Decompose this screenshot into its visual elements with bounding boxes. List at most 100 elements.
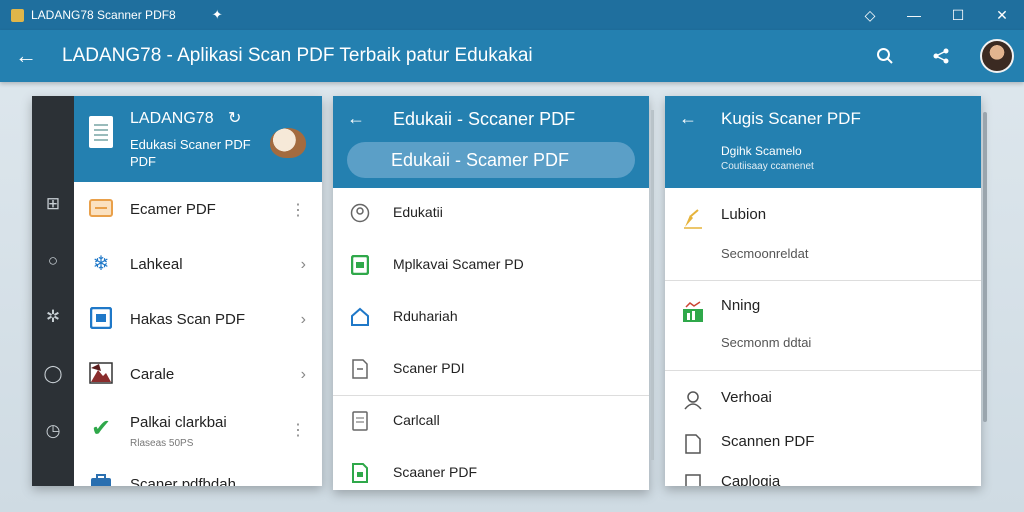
user-circle-icon: [349, 202, 371, 224]
briefcase-icon: [88, 471, 114, 486]
file-lines-icon: [349, 410, 371, 432]
chevron-right-icon: ›: [300, 255, 306, 273]
image-icon: [88, 361, 114, 385]
circle-icon[interactable]: ○: [32, 251, 74, 271]
pin-icon[interactable]: ✦: [212, 7, 223, 23]
settings-group-sublabel: Secmonm ddtai: [721, 335, 812, 350]
drawer-app-name: LADANG78: [130, 110, 214, 127]
maximize-button[interactable]: ☐: [936, 0, 980, 30]
drawer-subtitle: Edukasi Scaner PDF PDF: [130, 136, 270, 170]
list-item[interactable]: Scaaner PDF: [333, 448, 649, 490]
location-icon[interactable]: ◯: [32, 364, 74, 384]
check-icon: ✔: [90, 414, 112, 442]
nav-rail: ⊞ ○ ✲ ◯ ◷: [32, 96, 74, 486]
document-icon: [89, 116, 113, 148]
chart-icon: [681, 301, 705, 323]
search-panel-header: ← Edukaii - Sccaner PDF Edukaii - Scamer…: [333, 96, 649, 188]
file-icon: [349, 358, 371, 380]
list-item-sublabel: Rlaseas 50PS: [130, 438, 194, 449]
list-item-label: Carlcall: [393, 412, 440, 428]
list-item-label: Carale: [130, 366, 175, 383]
panel-divider: [651, 110, 654, 460]
list-item-label[interactable]: Caplogia: [721, 473, 780, 486]
list-item-label: Scaaner PDF: [393, 464, 478, 480]
list-item-label: Scaner pdfbdah: [130, 476, 236, 486]
gear-icon[interactable]: ✲: [32, 307, 74, 327]
details-panel-caption: Coutiisaay ccamenet: [721, 161, 814, 172]
more-icon[interactable]: ⋮: [290, 420, 306, 440]
settings-group[interactable]: Lubion Secmoonreldat: [665, 188, 981, 281]
close-button[interactable]: ✕: [980, 0, 1024, 30]
chevron-right-icon: ›: [300, 310, 306, 328]
tag-icon[interactable]: ◇: [848, 0, 892, 30]
app-bar-actions: [846, 30, 1014, 82]
share-icon[interactable]: [924, 39, 958, 73]
back-arrow-icon[interactable]: ←: [347, 108, 365, 129]
drawer-list: Ecamer PDF ⋮ ❄ Lahkeal › Hakas Scan PDF …: [74, 182, 322, 486]
search-input[interactable]: Edukaii - Scamer PDF: [347, 142, 635, 178]
list-item[interactable]: Edukatii: [333, 188, 649, 240]
list-item[interactable]: Scaner PDI: [333, 344, 649, 396]
list-item[interactable]: Carale ›: [74, 347, 322, 402]
list-item[interactable]: Ecamer PDF ⋮: [74, 182, 322, 237]
details-panel: ← Kugis Scaner PDF Dgihk Scamelo Coutiis…: [665, 96, 981, 486]
list-item-label: Mplkavai Scamer PD: [393, 256, 524, 272]
list-item[interactable]: Rduhariah: [333, 292, 649, 344]
settings-group-sublabel: Secmoonreldat: [721, 246, 809, 261]
grid-icon[interactable]: ⊞: [32, 194, 74, 214]
drawer-header: LADANG78 ↻ Edukasi Scaner PDF PDF: [74, 96, 322, 182]
refresh-icon[interactable]: ↻: [228, 108, 241, 128]
list-item-label: Lahkeal: [130, 256, 183, 273]
list-item-label: Ecamer PDF: [130, 201, 216, 218]
file-green-icon: [349, 254, 371, 276]
chevron-right-icon: ›: [300, 365, 306, 383]
mascot-icon: [270, 128, 306, 158]
search-panel-title: Edukaii - Sccaner PDF: [393, 109, 576, 129]
list-item[interactable]: Mplkavai Scamer PD: [333, 240, 649, 292]
settings-group[interactable]: Nning Secmonm ddtai: [665, 281, 981, 371]
list-item-label: Palkai clarkbai: [130, 414, 227, 431]
list-item-label: Hakas Scan PDF: [130, 311, 246, 328]
scrollbar[interactable]: [983, 112, 987, 422]
list-item-label[interactable]: Verhoai: [721, 389, 772, 406]
list-item[interactable]: ✔ Palkai clarkbai Rlaseas 50PS ⋮: [74, 402, 322, 457]
more-icon[interactable]: ⋮: [290, 200, 306, 220]
clock-icon[interactable]: ◷: [32, 421, 74, 441]
avatar[interactable]: [980, 39, 1014, 73]
person-icon: [681, 389, 705, 411]
file-green-icon: [349, 462, 371, 484]
app-logo-icon: [11, 8, 24, 22]
page-title: LADANG78 - Aplikasi Scan PDF Terbaik pat…: [62, 45, 533, 66]
settings-group-label: Lubion: [721, 206, 767, 223]
search-icon[interactable]: [868, 39, 902, 73]
minimize-button[interactable]: —: [892, 0, 936, 30]
search-panel: ← Edukaii - Sccaner PDF Edukaii - Scamer…: [333, 96, 649, 490]
app-bar: ← LADANG78 - Aplikasi Scan PDF Terbaik p…: [0, 30, 1024, 82]
drawer-subtitle-line1: Edukasi Scaner PDF: [130, 137, 251, 152]
settings-group-label: Nning: [721, 297, 761, 314]
list-item-label: Scaner PDI: [393, 360, 465, 376]
details-panel-subtitle: Dgihk Scamelo: [721, 144, 802, 158]
list-item-label: Edukatii: [393, 204, 443, 220]
list-item-label[interactable]: Scannen PDF: [721, 433, 814, 450]
details-panel-title: Kugis Scaner PDF: [721, 109, 861, 128]
list-item[interactable]: Hakas Scan PDF ›: [74, 292, 322, 347]
list-item[interactable]: Scaner pdfbdah: [74, 457, 322, 486]
snowflake-icon: ❄: [92, 252, 110, 275]
pen-icon: [681, 208, 705, 230]
window-titlebar: LADANG78 Scanner PDF8 ✦ ◇ — ☐ ✕: [0, 0, 1024, 30]
file-lines-icon: [681, 473, 705, 486]
list-item[interactable]: ❄ Lahkeal ›: [74, 237, 322, 292]
back-arrow-icon[interactable]: ←: [679, 108, 697, 129]
navigation-drawer-panel: ⊞ ○ ✲ ◯ ◷ LADANG78 ↻ Edukasi Scaner PDF …: [32, 96, 322, 486]
list-item[interactable]: Carlcall: [333, 396, 649, 448]
list-item-label: Rduhariah: [393, 308, 458, 324]
home-icon: [349, 306, 371, 328]
details-list: Verhoai Scannen PDF Caplogia: [665, 371, 981, 486]
window-title: LADANG78 Scanner PDF8: [31, 8, 176, 22]
scan-icon: [88, 306, 114, 330]
window-controls: ◇ — ☐ ✕: [848, 0, 1024, 30]
file-icon: [681, 433, 705, 455]
back-arrow-icon[interactable]: ←: [0, 43, 52, 69]
drawer-subtitle-line2: PDF: [130, 154, 156, 169]
